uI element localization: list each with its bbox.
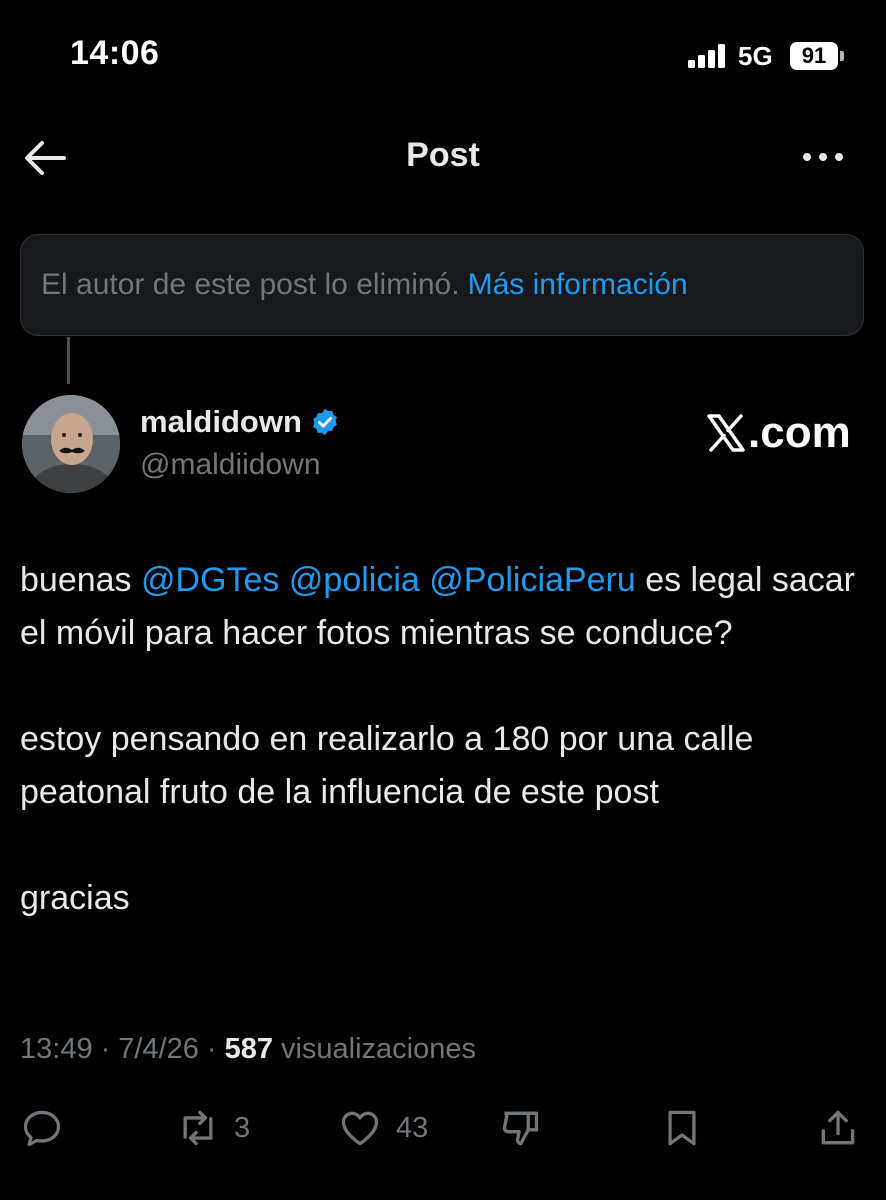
views-count[interactable]: 587 xyxy=(225,1033,273,1066)
views-label[interactable]: visualizaciones xyxy=(281,1033,476,1066)
like-button[interactable]: 43 xyxy=(338,1106,428,1150)
share-icon xyxy=(821,1110,855,1145)
author-name[interactable]: maldidown xyxy=(140,404,302,440)
x-com-watermark: .com xyxy=(706,408,851,458)
thread-line xyxy=(67,337,70,384)
mention-policia[interactable]: @policia xyxy=(289,561,420,599)
post-text: buenas @DGTes @policia @PoliciaPeru es l… xyxy=(20,554,866,925)
dislike-icon xyxy=(502,1111,539,1146)
bookmark-button[interactable] xyxy=(660,1106,704,1150)
post-paragraph-2: estoy pensando en realizarlo a 180 por u… xyxy=(20,720,754,811)
author-handle[interactable]: @maldiidown xyxy=(140,448,321,482)
notice-text: El autor de este post lo eliminó. xyxy=(41,268,460,301)
deleted-post-notice: El autor de este post lo eliminó. Más in… xyxy=(20,234,864,336)
avatar-image xyxy=(22,395,120,493)
bookmark-icon xyxy=(668,1110,696,1146)
battery-level: 91 xyxy=(790,42,838,70)
mention-policiaperu[interactable]: @PoliciaPeru xyxy=(429,561,636,599)
repost-button[interactable]: 3 xyxy=(176,1106,250,1150)
network-type: 5G xyxy=(738,41,773,71)
more-info-link[interactable]: Más información xyxy=(468,268,688,302)
post-meta: 13:49 · 7/4/26 · 587 visualizaciones xyxy=(20,1033,476,1066)
repost-icon xyxy=(183,1110,213,1146)
mention-dgtes[interactable]: @DGTes xyxy=(141,561,279,599)
battery-icon: 91 xyxy=(790,41,844,71)
post-paragraph-1: buenas @DGTes @policia @PoliciaPeru es l… xyxy=(20,554,866,660)
battery-tip xyxy=(840,51,844,61)
verified-badge-icon xyxy=(313,408,337,436)
avatar[interactable] xyxy=(22,395,120,493)
back-arrow-icon[interactable] xyxy=(22,136,68,180)
reply-button[interactable] xyxy=(20,1106,64,1150)
post-greeting: buenas xyxy=(20,561,141,599)
reply-icon xyxy=(23,1110,61,1147)
meta-separator-1: · xyxy=(100,1033,111,1065)
post-paragraph-3: gracias xyxy=(20,879,130,917)
x-com-text: .com xyxy=(748,408,851,457)
share-button[interactable] xyxy=(816,1106,860,1150)
like-count: 43 xyxy=(396,1111,429,1144)
x-logo-icon xyxy=(707,414,745,452)
post-time[interactable]: 13:49 xyxy=(20,1033,93,1066)
author-name-row[interactable]: maldidown xyxy=(140,404,340,440)
page-title: Post xyxy=(406,136,480,174)
status-time: 14:06 xyxy=(70,34,160,72)
meta-separator-2: · xyxy=(206,1033,217,1065)
repost-count: 3 xyxy=(234,1111,251,1144)
like-icon xyxy=(341,1111,379,1146)
more-icon[interactable] xyxy=(800,142,846,172)
dislike-button[interactable] xyxy=(498,1106,542,1150)
post-date[interactable]: 7/4/26 xyxy=(118,1033,199,1066)
signal-icon xyxy=(688,44,725,68)
